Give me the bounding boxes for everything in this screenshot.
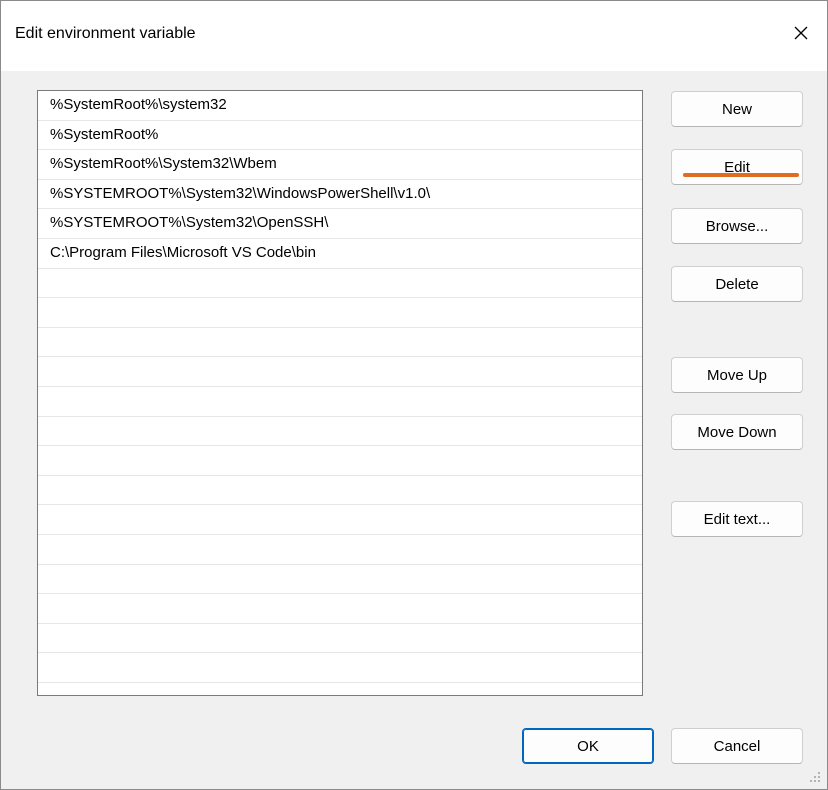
path-list-item[interactable] [38, 683, 642, 695]
edit-environment-variable-dialog: Edit environment variable %SystemRoot%\s… [0, 0, 828, 790]
resize-grip-icon[interactable] [809, 771, 821, 783]
path-list-item[interactable] [38, 653, 642, 683]
path-list-item[interactable] [38, 298, 642, 328]
path-list-item[interactable]: %SystemRoot% [38, 121, 642, 151]
edit-text-button[interactable]: Edit text... [671, 501, 803, 537]
delete-button[interactable]: Delete [671, 266, 803, 302]
path-list-item[interactable] [38, 328, 642, 358]
path-list-item[interactable]: C:\Program Files\Microsoft VS Code\bin [38, 239, 642, 269]
path-list-item[interactable] [38, 446, 642, 476]
new-button[interactable]: New [671, 91, 803, 127]
edit-button[interactable]: Edit [671, 149, 803, 185]
move-up-button[interactable]: Move Up [671, 357, 803, 393]
title-bar: Edit environment variable [1, 1, 827, 71]
ok-button[interactable]: OK [522, 728, 654, 764]
path-list-item[interactable] [38, 624, 642, 654]
path-list-item[interactable]: %SYSTEMROOT%\System32\OpenSSH\ [38, 209, 642, 239]
cancel-button[interactable]: Cancel [671, 728, 803, 764]
move-down-button[interactable]: Move Down [671, 414, 803, 450]
path-list-item[interactable] [38, 387, 642, 417]
path-list-item[interactable] [38, 505, 642, 535]
path-list-item[interactable] [38, 357, 642, 387]
path-list-item[interactable]: %SYSTEMROOT%\System32\WindowsPowerShell\… [38, 180, 642, 210]
path-list-item[interactable]: %SystemRoot%\System32\Wbem [38, 150, 642, 180]
close-button[interactable] [783, 15, 819, 51]
path-list-item[interactable] [38, 476, 642, 506]
path-list-item[interactable] [38, 535, 642, 565]
path-list[interactable]: %SystemRoot%\system32 %SystemRoot% %System… [37, 90, 643, 696]
path-list-item[interactable]: %SystemRoot%\system32 [38, 91, 642, 121]
close-icon [794, 26, 808, 40]
path-list-item[interactable] [38, 594, 642, 624]
path-list-item[interactable] [38, 565, 642, 595]
path-list-item[interactable] [38, 269, 642, 299]
dialog-title: Edit environment variable [15, 25, 196, 42]
browse-button[interactable]: Browse... [671, 208, 803, 244]
edit-highlight-marker [683, 173, 799, 177]
path-list-item[interactable] [38, 417, 642, 447]
